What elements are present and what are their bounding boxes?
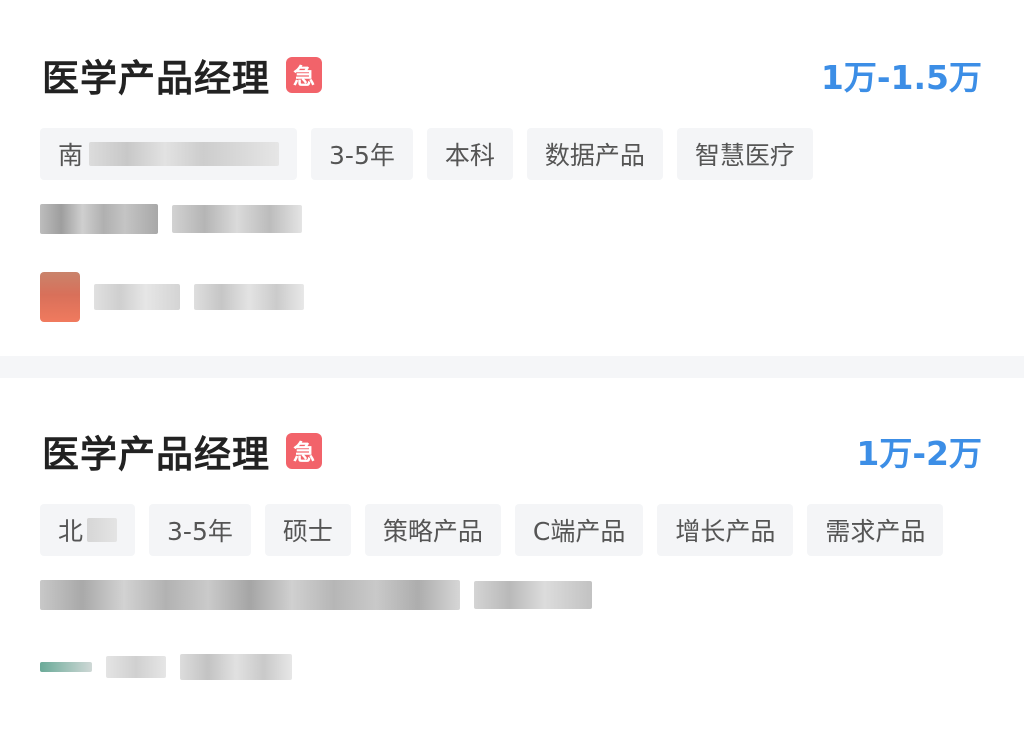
recruiter-title-mosaic	[194, 284, 304, 310]
tag-label: 硕士	[282, 517, 333, 546]
company-size-mosaic	[172, 205, 302, 233]
tag-degree: 硕士	[264, 504, 351, 556]
company-size-mosaic	[474, 581, 592, 609]
avatar	[40, 662, 92, 672]
tag-degree: 本科	[426, 128, 513, 180]
recruiter-info	[40, 654, 292, 680]
tag-label: 3-5年	[167, 517, 233, 546]
location-mosaic	[87, 518, 118, 542]
recruiter-title-mosaic	[180, 654, 292, 680]
card-divider	[0, 356, 1024, 378]
avatar	[40, 272, 80, 322]
urgent-badge: 急	[286, 57, 322, 93]
tag-label: 本科	[444, 141, 495, 170]
tag-skill: 需求产品	[807, 504, 944, 556]
tag-location: 南	[40, 128, 298, 180]
tag-experience: 3-5年	[149, 504, 251, 556]
tag-location: 北	[40, 504, 136, 556]
urgent-badge: 急	[286, 433, 322, 469]
tag-experience: 3-5年	[311, 128, 413, 180]
job-list: 医学产品经理 急 1万-1.5万 南 3-5年 本科 数据产品 智慧医疗 医学产…	[0, 0, 1024, 730]
job-card[interactable]: 医学产品经理 急 1万-1.5万 南 3-5年 本科 数据产品 智慧医疗	[0, 0, 1024, 356]
tag-label: 策略产品	[382, 517, 483, 546]
tag-skill: 数据产品	[526, 128, 663, 180]
job-title: 医学产品经理	[42, 433, 270, 476]
tag-label: 需求产品	[825, 517, 926, 546]
company-name-mosaic	[40, 580, 460, 610]
location-mosaic	[89, 142, 280, 166]
job-header: 医学产品经理 急 1万-1.5万	[42, 50, 982, 100]
tag-label: 智慧医疗	[694, 141, 795, 170]
tag-label: 南	[58, 141, 84, 170]
recruiter-info	[40, 272, 304, 322]
tag-label: 增长产品	[675, 517, 776, 546]
job-card[interactable]: 医学产品经理 急 1万-2万 北 3-5年 硕士 策略产品 C端产品 增长产品 …	[0, 378, 1024, 730]
tag-list: 南 3-5年 本科 数据产品 智慧医疗	[40, 128, 813, 180]
tag-skill: 增长产品	[657, 504, 794, 556]
tag-skill: 智慧医疗	[676, 128, 813, 180]
company-info	[40, 204, 302, 234]
company-name-mosaic	[40, 204, 158, 234]
tag-skill: 策略产品	[364, 504, 501, 556]
salary: 1万-1.5万	[820, 58, 982, 97]
recruiter-name-mosaic	[106, 656, 166, 678]
tag-label: C端产品	[532, 517, 626, 546]
tag-label: 数据产品	[544, 141, 645, 170]
job-title: 医学产品经理	[42, 57, 270, 100]
salary: 1万-2万	[856, 434, 982, 473]
job-header: 医学产品经理 急 1万-2万	[42, 426, 982, 476]
company-info	[40, 580, 592, 610]
recruiter-name-mosaic	[94, 284, 180, 310]
tag-list: 北 3-5年 硕士 策略产品 C端产品 增长产品 需求产品	[40, 504, 944, 556]
tag-label: 3-5年	[329, 141, 395, 170]
tag-skill: C端产品	[514, 504, 644, 556]
tag-label: 北	[58, 517, 84, 546]
